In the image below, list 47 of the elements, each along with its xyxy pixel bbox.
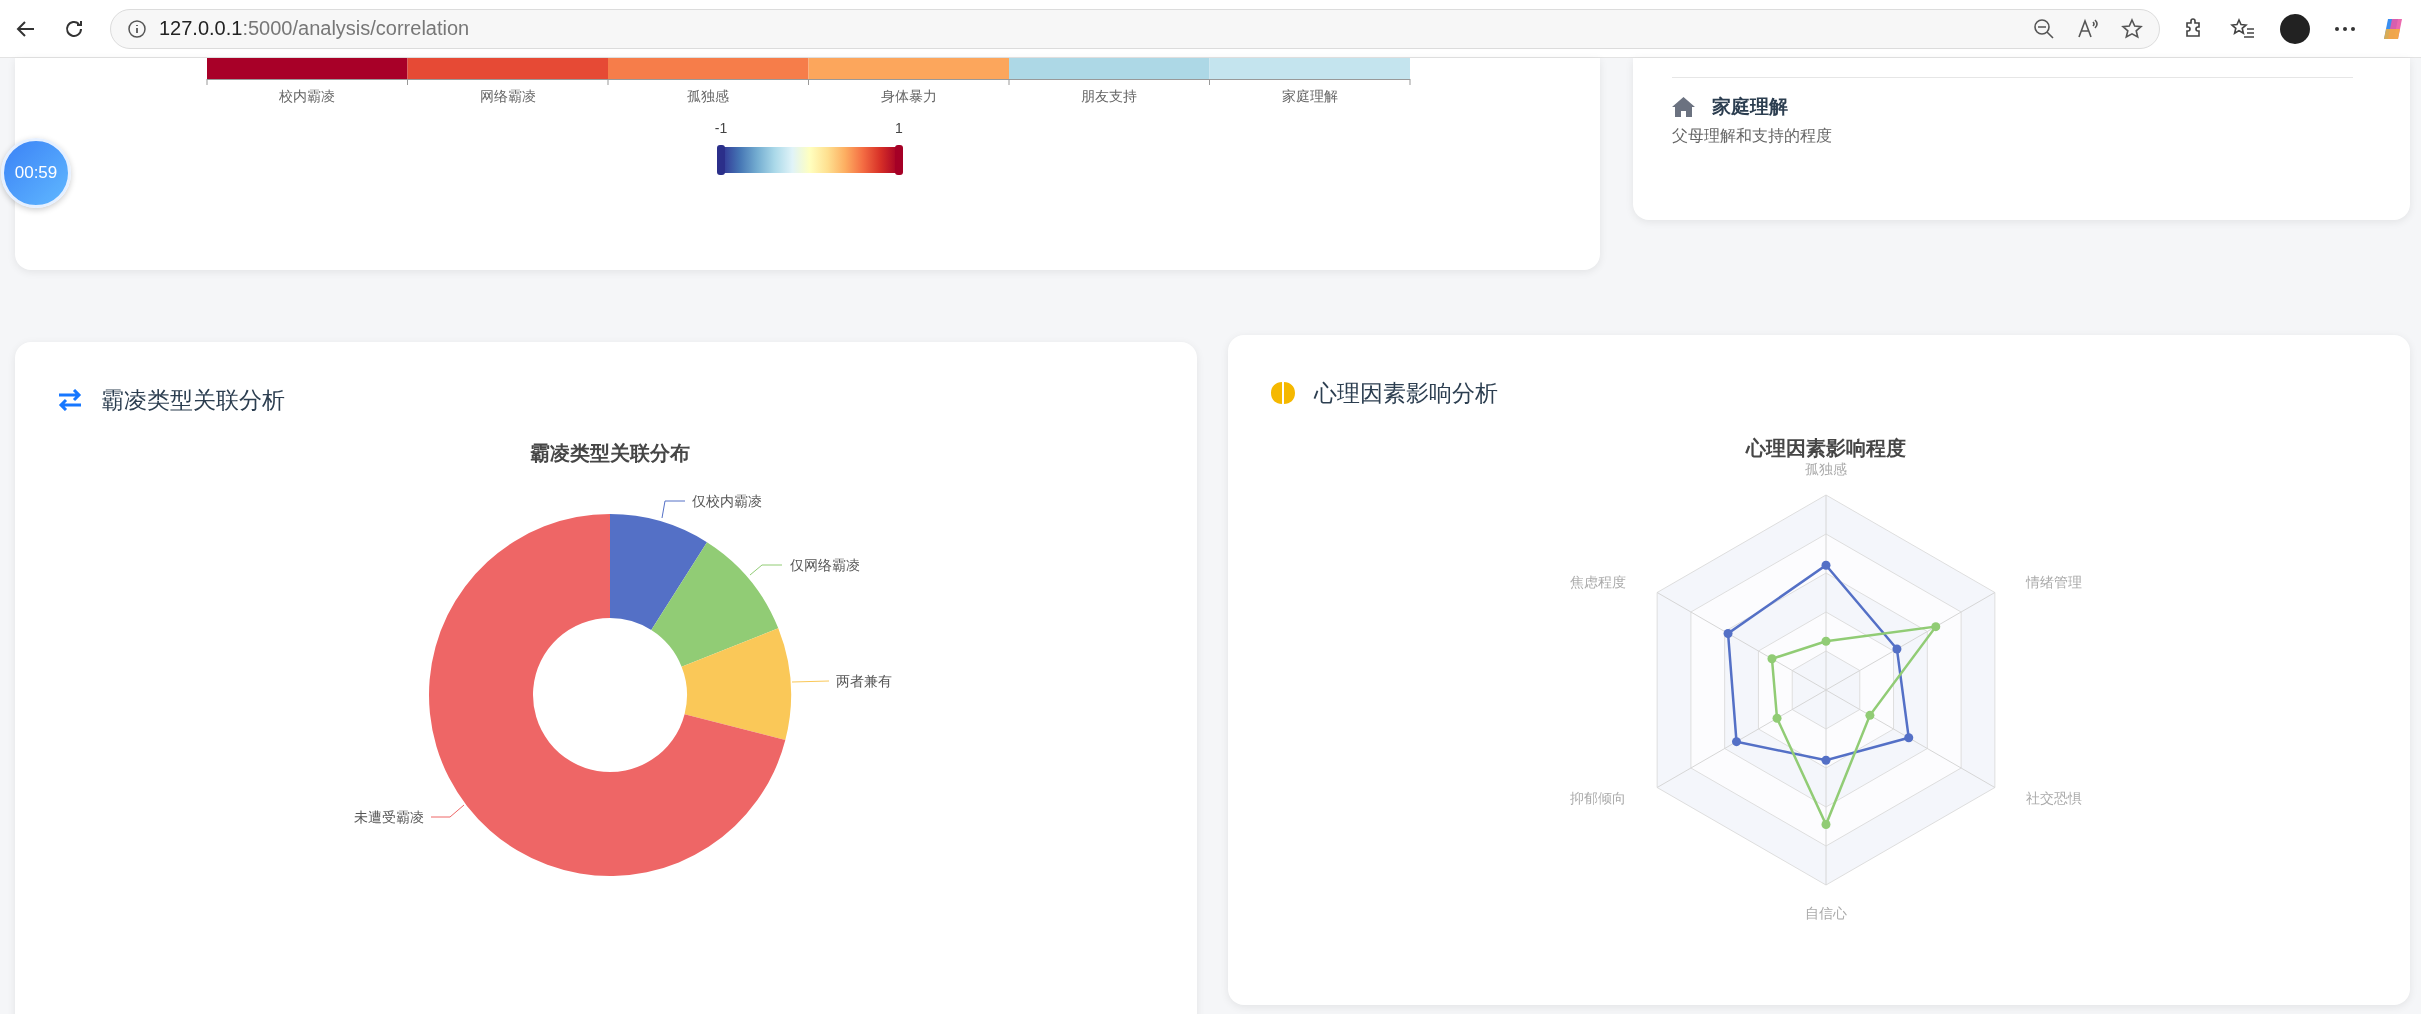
radar-series-line[interactable] <box>1723 560 1914 765</box>
slice-label: 两者兼有 <box>836 673 892 689</box>
axis-label: 身体暴力 <box>880 88 937 104</box>
favorites-icon[interactable] <box>2230 16 2256 41</box>
factor-description: 父母理解和支持的程度 <box>1672 126 1832 146</box>
card-title: 心理因素影响分析 <box>1314 378 1498 408</box>
factor-title: 家庭理解 <box>1712 95 1788 119</box>
scale-max-label: 1 <box>895 120 903 136</box>
donut-slice[interactable] <box>681 628 791 740</box>
swap-arrows-icon <box>57 389 83 411</box>
leader-line <box>430 804 465 818</box>
leader-line <box>661 500 686 519</box>
card-title: 霸凌类型关联分析 <box>101 385 285 415</box>
read-aloud-icon[interactable] <box>2077 17 2099 40</box>
star-icon[interactable] <box>2121 17 2143 40</box>
axis-label: 孤独感 <box>1805 461 1847 477</box>
axis-label: 焦虑程度 <box>1570 574 1626 590</box>
donut-slice[interactable] <box>651 542 779 667</box>
donut-slice[interactable] <box>610 514 707 630</box>
slice-label: 仅网络霸凌 <box>790 557 860 573</box>
slice-label: 仅校内霸凌 <box>692 493 762 509</box>
axis-label: 抑郁倾向 <box>1570 790 1626 806</box>
house-icon <box>1672 97 1695 117</box>
brain-icon <box>1270 380 1296 406</box>
scale-handle[interactable] <box>717 145 725 175</box>
address-bar[interactable]: 127.0.0.1:5000/analysis/correlation <box>110 8 2160 49</box>
leader-line <box>791 680 830 683</box>
slice-label: 未遭受霸凌 <box>354 809 424 825</box>
more-icon[interactable] <box>2334 25 2356 32</box>
donut-slice[interactable] <box>429 514 786 876</box>
axis-label: 情绪管理 <box>2026 574 2082 590</box>
avatar-icon[interactable] <box>2280 13 2310 44</box>
axis-label: 社交恐惧 <box>2026 790 2082 806</box>
axis-label: 自信心 <box>1805 905 1847 921</box>
info-icon[interactable] <box>127 18 147 39</box>
leader-line <box>749 564 783 576</box>
scale-min-label: -1 <box>714 120 728 136</box>
url-text: 127.0.0.1:5000/analysis/correlation <box>159 17 470 40</box>
axis-label: 网络霸凌 <box>479 88 536 104</box>
chart-title: 心理因素影响程度 <box>1746 437 1906 459</box>
scale-handle[interactable] <box>895 145 903 175</box>
axis-label: 孤独感 <box>687 88 730 104</box>
axis-label: 家庭理解 <box>1281 88 1338 104</box>
axis-label: 朋友支持 <box>1081 88 1138 104</box>
axis-label: 校内霸凌 <box>279 88 336 104</box>
zoom-out-icon[interactable] <box>2033 17 2055 40</box>
chart-title: 霸凌类型关联分布 <box>530 442 690 464</box>
